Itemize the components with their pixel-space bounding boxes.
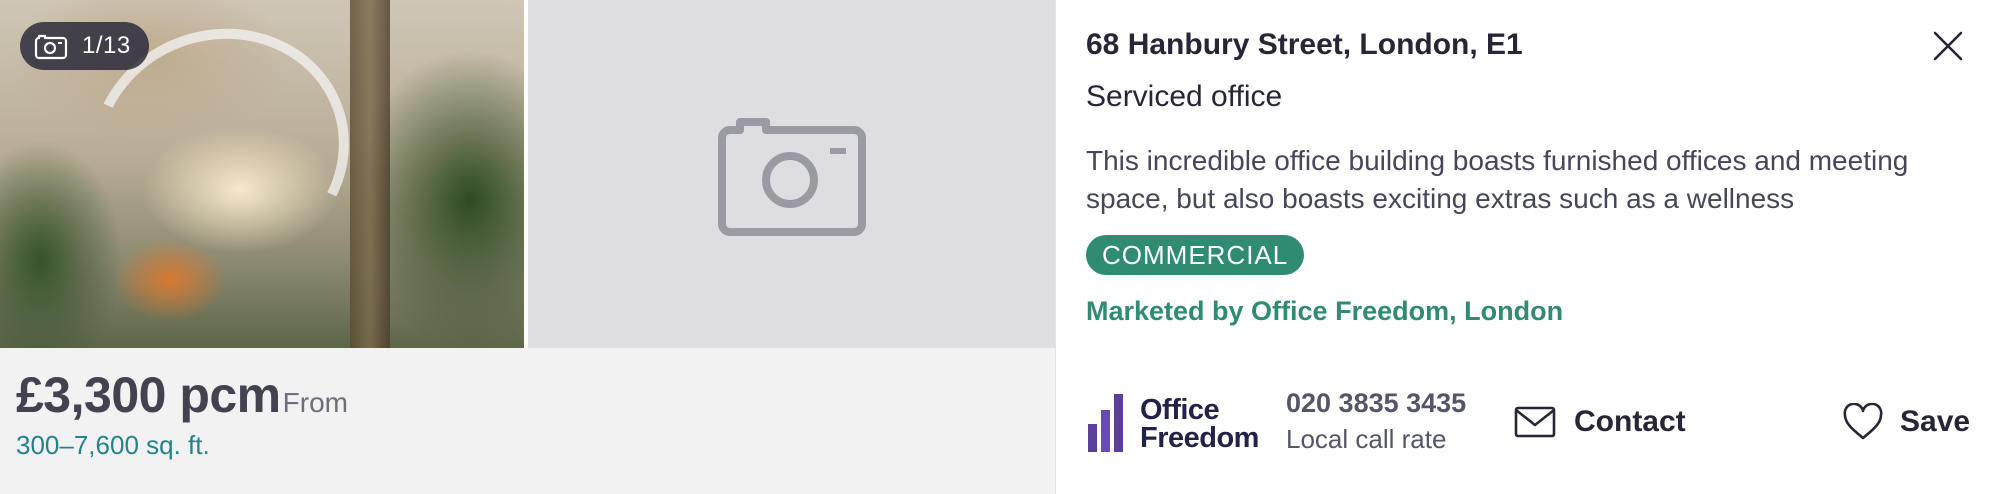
close-icon: [1933, 31, 1963, 61]
price-section: £3,300 pcm From 300–7,600 sq. ft.: [0, 348, 1056, 494]
camera-icon: [34, 34, 68, 60]
photo-placeholder[interactable]: [528, 0, 1056, 348]
property-address[interactable]: 68 Hanbury Street, London, E1: [1086, 28, 1523, 62]
logo-line-1: Office: [1140, 394, 1220, 426]
size-range: 300–7,600 sq. ft.: [16, 430, 210, 460]
logo-line-2: Freedom: [1140, 422, 1259, 454]
photo-counter-badge[interactable]: 1/13: [20, 22, 149, 70]
photo-detail: [350, 0, 390, 348]
save-label: Save: [1900, 405, 1971, 438]
property-summary: This incredible office building boasts f…: [1086, 145, 1909, 214]
media-gallery[interactable]: 1/13: [0, 0, 1056, 348]
call-rate-note: Local call rate: [1286, 424, 1447, 454]
commercial-tag: COMMERCIAL: [1086, 235, 1305, 275]
price-qualifier: From: [282, 387, 348, 418]
marketed-by[interactable]: Marketed by Office Freedom, London: [1086, 296, 1563, 327]
divider: [1055, 0, 1056, 494]
price-row: £3,300 pcm From: [16, 366, 1056, 424]
contact-button[interactable]: Contact: [1514, 398, 1686, 446]
heart-icon: [1843, 403, 1883, 440]
close-button[interactable]: [1928, 26, 1968, 66]
property-details: 68 Hanbury Street, London, E1 Serviced o…: [1086, 0, 1986, 494]
photo-counter-text: 1/13: [82, 32, 131, 59]
camera-placeholder-icon: [718, 118, 866, 236]
agent-phone[interactable]: 020 3835 3435: [1286, 388, 1466, 419]
property-type: Serviced office: [1086, 80, 1283, 113]
agent-logo[interactable]: Office Freedom: [1086, 386, 1274, 454]
property-card[interactable]: 1/13 £3,300 pcm From 300–7,600 sq. ft. 6…: [0, 0, 2000, 494]
envelope-icon: [1514, 406, 1556, 438]
contact-label: Contact: [1574, 405, 1686, 438]
office-freedom-logo-icon: [1088, 394, 1123, 452]
agent-logo-wordmark: Office Freedom: [1140, 394, 1259, 454]
save-button[interactable]: Save: [1842, 398, 1970, 446]
agent-row: Office Freedom 020 3835 3435 Local call …: [1086, 382, 1970, 462]
price: £3,300 pcm: [16, 367, 281, 423]
